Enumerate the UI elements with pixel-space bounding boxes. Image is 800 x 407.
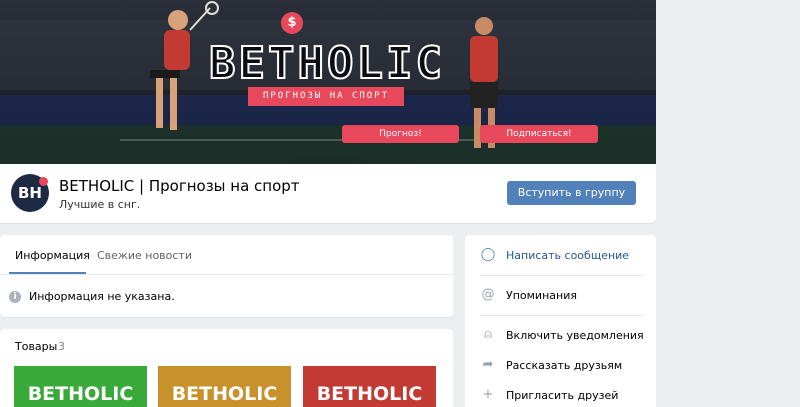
cover-brand-title: BETHOLIC	[208, 37, 445, 90]
mentions-label: Упоминания	[506, 289, 577, 302]
dollar-badge-icon: $	[281, 12, 303, 34]
cover-forecast-button[interactable]: Прогноз!	[342, 125, 459, 143]
send-message-label: Написать сообщение	[506, 249, 630, 262]
product-item[interactable]: BETHOLIC	[158, 366, 291, 407]
bell-icon: ⍝	[484, 327, 492, 342]
enable-notifications-label: Включить уведомления	[506, 329, 644, 342]
avatar-dot-icon	[39, 177, 48, 186]
product-label: BETHOLIC	[316, 383, 423, 405]
cover-subscribe-button[interactable]: Подписаться!	[480, 125, 598, 143]
join-group-button[interactable]: Вступить в группу	[507, 181, 636, 205]
share-icon: ➦	[482, 357, 494, 372]
product-item[interactable]: BETHOLIC	[303, 366, 436, 407]
group-avatar[interactable]: BH	[11, 174, 49, 212]
avatar-initials: BH	[18, 184, 42, 202]
cover-tagline: ПРОГНОЗЫ НА СПОРТ	[248, 87, 404, 106]
message-bubble-icon: ◯	[480, 247, 496, 262]
info-message: Информация не указана.	[29, 290, 175, 303]
tab-latest-news[interactable]: Свежие новости	[97, 249, 192, 262]
sidebar-divider	[480, 315, 644, 316]
goods-title[interactable]: Товары	[15, 340, 57, 353]
sidebar-divider	[480, 275, 644, 276]
tell-friends-action[interactable]: ➦ Рассказать друзьям	[480, 356, 650, 376]
cover-image: $ BETHOLIC ПРОГНОЗЫ НА СПОРТ Прогноз! По…	[0, 0, 656, 164]
tell-friends-label: Рассказать друзьям	[506, 359, 623, 372]
at-icon: @	[481, 287, 495, 302]
product-label: BETHOLIC	[27, 383, 134, 405]
product-item[interactable]: BETHOLIC	[14, 366, 147, 407]
group-actions-card: ◯ Написать сообщение @ Упоминания ⍝ Вклю…	[465, 235, 656, 407]
info-icon: i	[9, 291, 21, 303]
group-status: Лучшие в снг.	[59, 198, 141, 211]
send-message-action[interactable]: ◯ Написать сообщение	[480, 246, 650, 266]
active-tab-indicator	[9, 272, 86, 274]
group-name: BETHOLIC | Прогнозы на спорт	[59, 177, 300, 195]
enable-notifications-action[interactable]: ⍝ Включить уведомления	[480, 326, 650, 346]
mentions-action[interactable]: @ Упоминания	[480, 286, 650, 306]
invite-friends-action[interactable]: + Пригласить друзей	[480, 386, 650, 406]
add-friend-icon: +	[482, 387, 494, 402]
goods-count: 3	[58, 340, 65, 353]
goods-card: Товары 3 BETHOLIC BETHOLIC BETHOLIC	[0, 329, 453, 407]
tab-information[interactable]: Информация	[15, 249, 90, 262]
info-card: Информация Свежие новости	[0, 235, 453, 317]
info-tabs: Информация Свежие новости	[0, 235, 453, 275]
product-label: BETHOLIC	[171, 383, 278, 405]
group-header-card: $ BETHOLIC ПРОГНОЗЫ НА СПОРТ Прогноз! По…	[0, 0, 656, 223]
invite-friends-label: Пригласить друзей	[506, 389, 619, 402]
